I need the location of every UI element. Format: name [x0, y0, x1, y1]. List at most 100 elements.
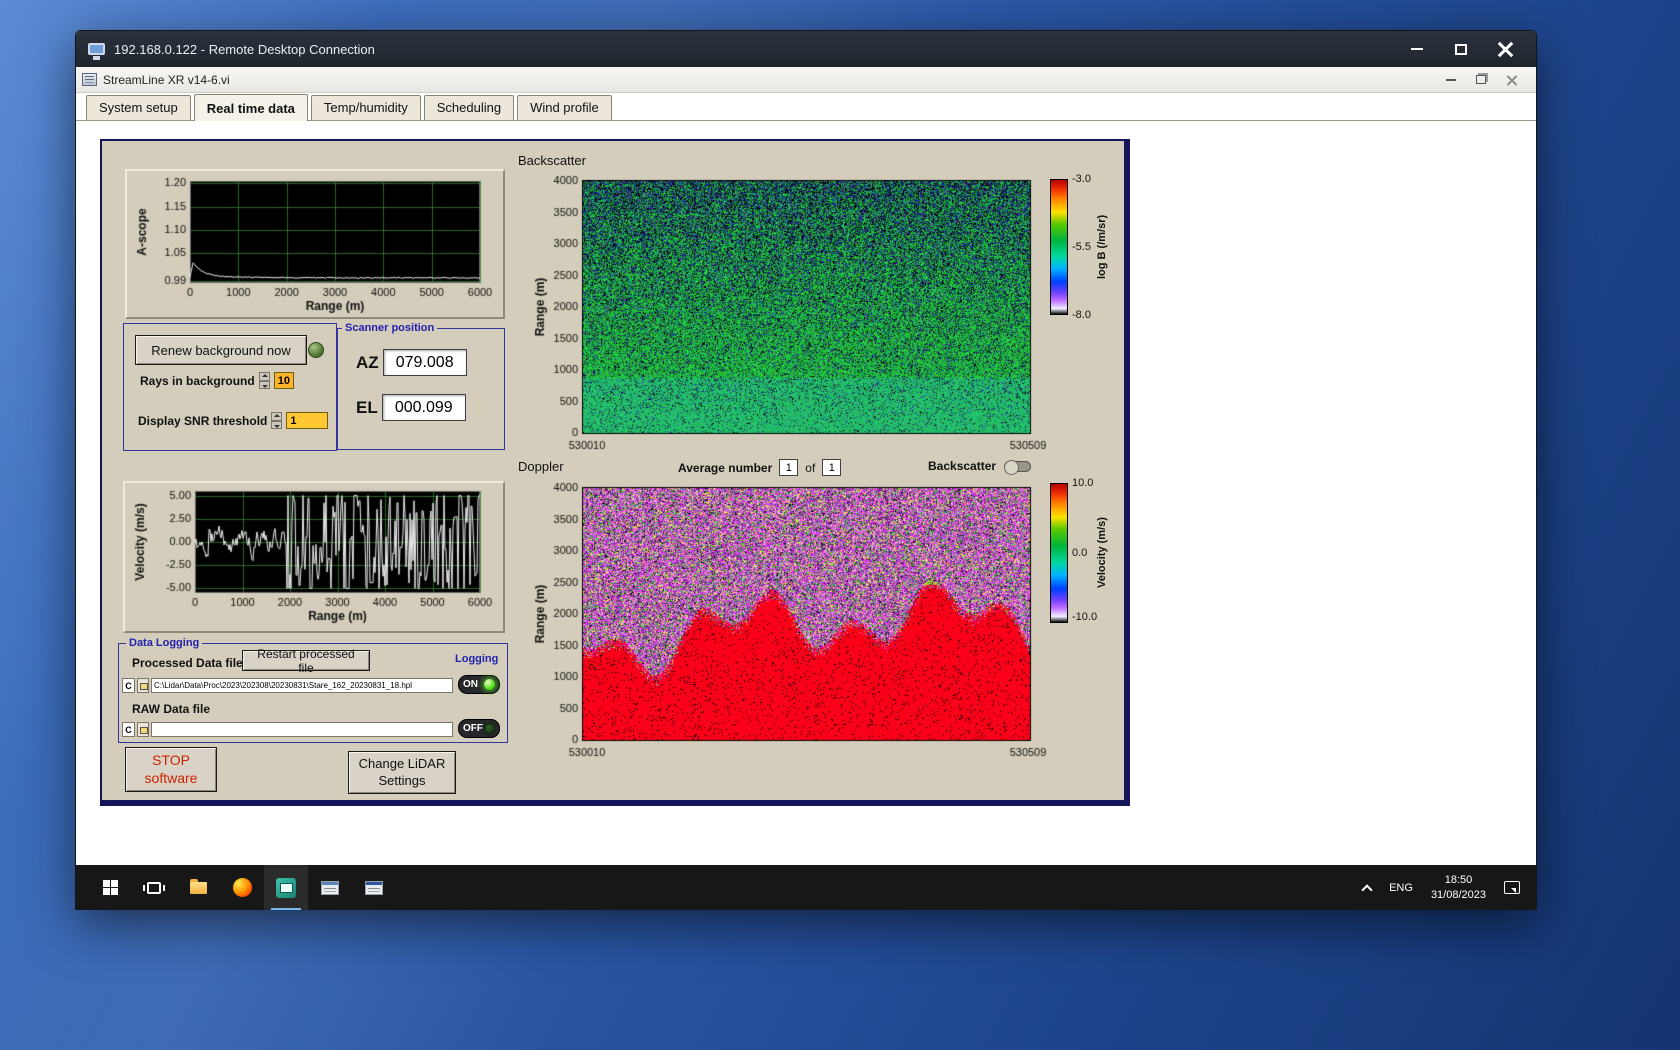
spinner-down-icon[interactable] — [271, 420, 283, 429]
el-value-field[interactable]: 000.099 — [381, 394, 466, 421]
drive-letter-icon[interactable]: C — [122, 678, 135, 693]
change-lidar-settings-button[interactable]: Change LiDAR Settings — [348, 751, 456, 794]
restart-processed-file-button[interactable]: Restart processed file — [242, 647, 370, 675]
file-explorer-button[interactable] — [176, 865, 220, 910]
system-tray: ENG 18:50 31/08/2023 — [1361, 873, 1536, 903]
rdp-computer-icon — [88, 43, 105, 58]
velocity-chart — [125, 483, 503, 631]
clock-time: 18:50 — [1444, 873, 1473, 886]
stop-software-button[interactable]: STOP software — [125, 747, 217, 792]
remote-desktop-area: StreamLine XR v14-6.vi System setup Real… — [76, 67, 1536, 910]
raw-data-file-label: RAW Data file — [132, 702, 211, 716]
clock-date: 31/08/2023 — [1430, 888, 1486, 901]
logging-off-led — [484, 723, 495, 734]
start-button[interactable] — [88, 865, 132, 910]
language-indicator[interactable]: ENG — [1389, 882, 1413, 894]
snr-value-field[interactable]: 1 — [286, 412, 329, 429]
az-value-field[interactable]: 079.008 — [382, 349, 467, 376]
taskbar-app-button-1[interactable] — [308, 865, 352, 910]
backscatter-toggle[interactable] — [1004, 459, 1032, 475]
action-center-icon[interactable] — [1504, 881, 1520, 894]
spinner-up-icon[interactable] — [271, 412, 283, 421]
stop-line2: software — [144, 769, 198, 786]
average-number-label: Average number — [678, 460, 773, 475]
rdp-titlebar[interactable]: 192.168.0.122 - Remote Desktop Connectio… — [76, 31, 1536, 67]
labview-vi-icon — [82, 73, 97, 86]
backscatter-heatmap — [515, 167, 1060, 459]
logging-on-led — [484, 679, 495, 690]
colorbar-tick: -8.0 — [1072, 309, 1091, 321]
velocity-chart-frame — [123, 481, 505, 633]
colorbar-tick: 0.0 — [1072, 547, 1088, 559]
streamline-app-window: StreamLine XR v14-6.vi System setup Real… — [76, 67, 1536, 865]
stop-line1: STOP — [152, 752, 190, 768]
logging-label: Logging — [452, 653, 502, 665]
average-number-field[interactable]: 1 — [779, 459, 799, 476]
firefox-button[interactable] — [220, 865, 264, 910]
backscatter-colorbar — [1050, 179, 1068, 315]
streamline-taskbar-button[interactable] — [264, 865, 308, 910]
spinner-down-icon[interactable] — [258, 380, 270, 389]
raw-logging-toggle[interactable]: OFF — [458, 719, 500, 738]
tab-system-setup[interactable]: System setup — [86, 95, 191, 120]
task-view-button[interactable] — [132, 865, 176, 910]
rays-value-field[interactable]: 10 — [273, 372, 294, 389]
app-title: StreamLine XR v14-6.vi — [103, 72, 230, 87]
taskbar: ENG 18:50 31/08/2023 — [76, 865, 1536, 910]
processed-data-file-label: Processed Data file — [132, 656, 243, 670]
app-restore-icon[interactable] — [1476, 75, 1486, 84]
of-label: of — [805, 460, 816, 475]
desktop-background: 192.168.0.122 - Remote Desktop Connectio… — [0, 0, 1680, 1050]
on-label: ON — [463, 679, 478, 690]
snr-spinner[interactable] — [271, 412, 283, 429]
scanner-position-box — [337, 328, 505, 450]
processed-path-field[interactable]: C:\Lidar\Data\Proc\2023\202308\20230831\… — [151, 678, 453, 693]
tab-scheduling[interactable]: Scheduling — [423, 95, 515, 120]
backscatter-toggle-label: Backscatter — [928, 459, 997, 473]
raw-path-field[interactable] — [151, 722, 453, 737]
spinner-up-icon[interactable] — [258, 372, 270, 381]
close-icon — [1497, 41, 1514, 58]
rdp-minimize-button[interactable] — [1398, 36, 1436, 62]
change-line1: Change LiDAR — [358, 756, 446, 772]
doppler-section-title: Doppler — [518, 459, 564, 474]
browse-icon[interactable] — [137, 678, 149, 693]
maximize-icon — [1455, 43, 1467, 55]
main-panel: Renew background now Rays in background … — [100, 139, 1130, 806]
az-label: AZ — [356, 352, 379, 372]
ascope-chart-frame — [125, 169, 505, 319]
ascope-chart — [127, 171, 503, 317]
rdp-close-button[interactable] — [1486, 36, 1524, 62]
tab-real-time-data[interactable]: Real time data — [193, 94, 308, 121]
colorbar-tick: -5.5 — [1072, 241, 1091, 253]
firefox-icon — [232, 878, 252, 897]
data-logging-label: Data Logging — [126, 637, 203, 649]
tab-bar: System setup Real time data Temp/humidit… — [76, 93, 1536, 121]
doppler-colorbar — [1050, 483, 1068, 623]
colorbar-tick: 10.0 — [1072, 477, 1094, 489]
task-view-icon — [143, 881, 165, 894]
app-close-icon[interactable] — [1506, 74, 1518, 86]
processed-logging-toggle[interactable]: ON — [458, 675, 500, 694]
drive-letter-icon[interactable]: C — [122, 722, 135, 737]
small-app-window-icon — [321, 880, 339, 895]
doppler-colorbar-label: Velocity (m/s) — [1096, 517, 1108, 589]
rdp-window: 192.168.0.122 - Remote Desktop Connectio… — [75, 30, 1537, 910]
renew-background-button[interactable]: Renew background now — [135, 335, 307, 365]
scanner-position-label: Scanner position — [342, 322, 438, 334]
tab-temp-humidity[interactable]: Temp/humidity — [310, 95, 421, 120]
taskbar-app-button-2[interactable] — [352, 865, 396, 910]
browse-icon[interactable] — [137, 722, 149, 737]
rays-spinner[interactable] — [258, 372, 270, 389]
rdp-maximize-button[interactable] — [1442, 36, 1480, 62]
rdp-title: 192.168.0.122 - Remote Desktop Connectio… — [114, 41, 375, 57]
tray-expand-icon[interactable] — [1361, 883, 1373, 896]
backscatter-section-title: Backscatter — [518, 153, 586, 168]
taskbar-clock[interactable]: 18:50 31/08/2023 — [1431, 873, 1486, 903]
rays-in-background-label: Rays in background — [140, 373, 255, 388]
backscatter-colorbar-label: log B (/m/sr) — [1096, 214, 1108, 280]
app-minimize-icon[interactable] — [1446, 78, 1456, 81]
app-titlebar[interactable]: StreamLine XR v14-6.vi — [76, 67, 1536, 93]
average-of-field[interactable]: 1 — [822, 459, 842, 476]
tab-wind-profile[interactable]: Wind profile — [517, 95, 612, 120]
